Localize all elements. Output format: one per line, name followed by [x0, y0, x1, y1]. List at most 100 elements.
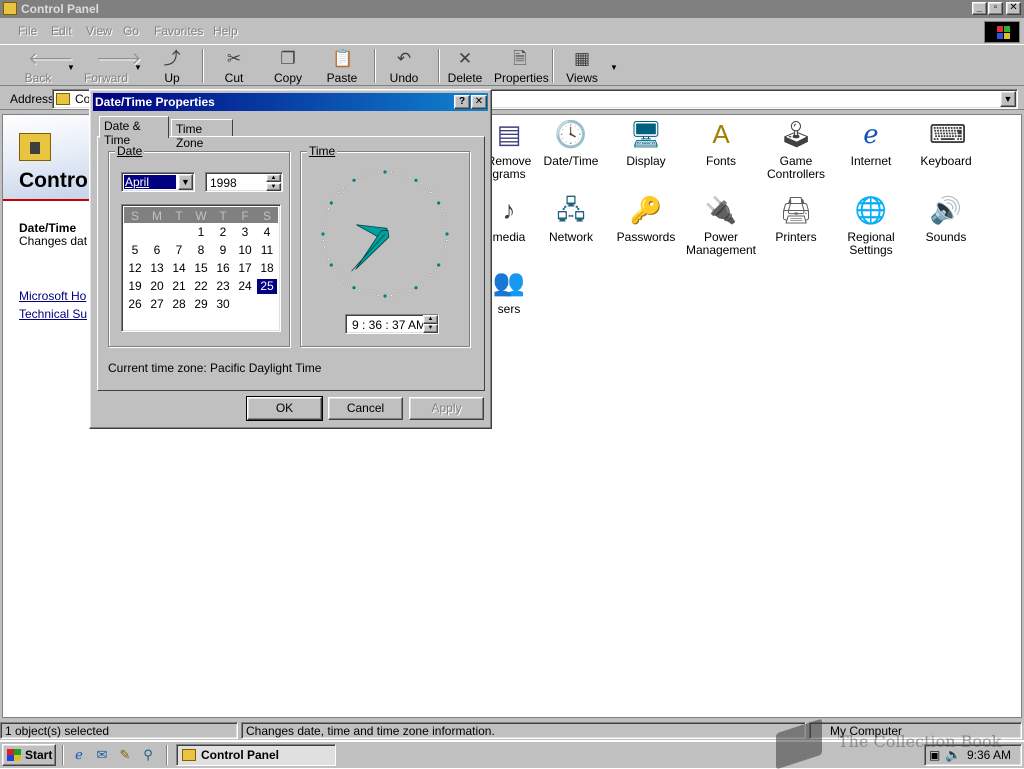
calendar-day[interactable]: 12 — [125, 261, 145, 276]
control-panel-item[interactable]: 🖧 Network — [531, 193, 611, 244]
cancel-button[interactable]: Cancel — [328, 397, 403, 420]
address-dropdown-icon[interactable]: ▼ — [1000, 91, 1016, 107]
calendar-day[interactable]: 1 — [191, 225, 211, 240]
control-panel-item[interactable]: 🌐 Regional Settings — [831, 193, 911, 257]
forward-button[interactable]: 🡒 Forward — [84, 49, 142, 87]
menu-file[interactable]: File — [18, 24, 37, 38]
undo-button[interactable]: ↶ Undo — [386, 49, 422, 87]
calendar-day[interactable]: 21 — [169, 279, 189, 294]
control-panel-item[interactable]: 🔑 Passwords — [606, 193, 686, 244]
control-panel-item[interactable]: 🕹 Game Controllers — [756, 117, 836, 181]
microsoft-home-link[interactable]: Microsoft Ho — [19, 289, 86, 303]
delete-button[interactable]: ✕ Delete — [446, 49, 484, 87]
calendar-day[interactable]: 3 — [235, 225, 255, 240]
menu-view[interactable]: View — [86, 24, 112, 38]
dialog-close-button[interactable]: ✕ — [471, 95, 487, 109]
calendar-day[interactable]: 7 — [169, 243, 189, 258]
calendar-day[interactable]: 22 — [191, 279, 211, 294]
outlook-express-icon[interactable]: ✉ — [93, 746, 111, 764]
control-panel-item[interactable]: ℯ Internet — [831, 117, 911, 168]
copy-button[interactable]: ❐ Copy — [270, 49, 306, 87]
taskbar-control-panel-button[interactable]: Control Panel — [176, 744, 336, 766]
calendar-day[interactable]: 2 — [213, 225, 233, 240]
back-dropdown-icon[interactable]: ▼ — [67, 63, 75, 72]
help-button[interactable]: ? — [454, 95, 470, 109]
properties-button[interactable]: 🗎 Properties — [494, 49, 549, 87]
month-calendar[interactable]: SMTWTFS 1 2 3 4 5 6 7 8 9 10 11 12 13 14 15 16 17 18 19 20 2… — [121, 204, 281, 332]
calendar-day[interactable]: 19 — [125, 279, 145, 294]
network-icon: 🖧 — [556, 195, 586, 225]
menu-help[interactable]: Help — [213, 24, 238, 38]
time-down-icon[interactable]: ▼ — [423, 324, 438, 333]
menu-go[interactable]: Go — [123, 24, 139, 38]
calendar-day[interactable]: 26 — [125, 297, 145, 312]
year-up-icon[interactable]: ▲ — [266, 174, 281, 182]
calendar-day[interactable]: 29 — [191, 297, 211, 312]
apply-button[interactable]: Apply — [409, 397, 484, 420]
control-panel-item-label: Regional Settings — [847, 230, 895, 257]
minimize-button[interactable]: _ — [972, 2, 987, 15]
control-panel-item[interactable]: 🕓 Date/Time — [531, 117, 611, 168]
calendar-day[interactable]: 14 — [169, 261, 189, 276]
control-panel-item[interactable]: 🔌 Power Management — [681, 193, 761, 257]
calendar-day[interactable]: 4 — [257, 225, 277, 240]
clock-minute-mark — [370, 293, 374, 296]
year-down-icon[interactable]: ▼ — [266, 183, 281, 191]
calendar-day[interactable]: 20 — [147, 279, 167, 294]
calendar-day[interactable]: 16 — [213, 261, 233, 276]
control-panel-item[interactable]: 🖨 Printers — [756, 193, 836, 244]
calendar-day[interactable]: 17 — [235, 261, 255, 276]
internet-explorer-icon[interactable]: ℯ — [70, 746, 88, 764]
chevron-down-icon[interactable]: ▼ — [178, 174, 193, 190]
clock-minute-mark — [440, 207, 443, 210]
menu-edit[interactable]: Edit — [51, 24, 72, 38]
menu-favorites[interactable]: Favorites — [154, 24, 203, 38]
calendar-day[interactable]: 18 — [257, 261, 277, 276]
back-button[interactable]: 🡐 Back — [18, 49, 74, 87]
year-spinner[interactable]: 1998 ▲ ▼ — [205, 172, 283, 192]
calendar-day[interactable]: 27 — [147, 297, 167, 312]
views-button[interactable]: ▦ Views — [564, 49, 600, 87]
calendar-day[interactable]: 23 — [213, 279, 233, 294]
calendar-day[interactable]: 13 — [147, 261, 167, 276]
calendar-day-selected[interactable]: 25 — [257, 279, 277, 294]
forward-dropdown-icon[interactable]: ▼ — [134, 63, 142, 72]
calendar-day[interactable]: 28 — [169, 297, 189, 312]
calendar-day[interactable]: 6 — [147, 243, 167, 258]
up-button[interactable]: ⤴ Up — [156, 49, 188, 87]
calendar-day[interactable]: 10 — [235, 243, 255, 258]
ok-button[interactable]: OK — [246, 396, 323, 421]
restore-button[interactable]: ▫ — [988, 2, 1003, 15]
technical-support-link[interactable]: Technical Su — [19, 307, 87, 321]
cut-button[interactable]: ✂ Cut — [218, 49, 250, 87]
calendar-day[interactable]: 8 — [191, 243, 211, 258]
calendar-day[interactable]: 15 — [191, 261, 211, 276]
clock-minute-mark — [433, 196, 437, 199]
tab-time-zone[interactable]: Time Zone — [171, 119, 233, 150]
clipboard-icon: 📋 — [332, 49, 354, 68]
start-button[interactable]: Start — [2, 744, 56, 766]
clock-minute-mark — [396, 172, 400, 175]
month-select[interactable]: April ▼ — [121, 172, 195, 192]
control-panel-item[interactable]: A Fonts — [681, 117, 761, 168]
views-dropdown-icon[interactable]: ▼ — [610, 63, 618, 72]
weekday-label: M — [152, 209, 162, 223]
control-panel-item[interactable]: ⌨ Keyboard — [906, 117, 986, 168]
control-panel-item[interactable]: 🔊 Sounds — [906, 193, 986, 244]
calendar-day[interactable]: 30 — [213, 297, 233, 312]
calendar-day[interactable]: 5 — [125, 243, 145, 258]
paste-button[interactable]: 📋 Paste — [322, 49, 362, 87]
dialog-titlebar[interactable]: Date/Time Properties ? ✕ — [93, 93, 488, 111]
calendar-day[interactable]: 24 — [235, 279, 255, 294]
control-panel-item[interactable]: 🖥 Display — [606, 117, 686, 168]
status-description: Changes date, time and time zone informa… — [241, 722, 806, 739]
window-titlebar[interactable]: Control Panel _ ▫ ✕ — [0, 0, 1024, 18]
calendar-day[interactable]: 9 — [213, 243, 233, 258]
channels-icon[interactable]: ⚲ — [139, 746, 157, 764]
toolbar-separator — [552, 49, 554, 83]
tab-date-time[interactable]: Date & Time — [99, 116, 169, 147]
time-up-icon[interactable]: ▲ — [423, 315, 438, 324]
calendar-day[interactable]: 11 — [257, 243, 277, 258]
show-desktop-icon[interactable]: ✎ — [116, 746, 134, 764]
close-button[interactable]: ✕ — [1006, 2, 1021, 15]
